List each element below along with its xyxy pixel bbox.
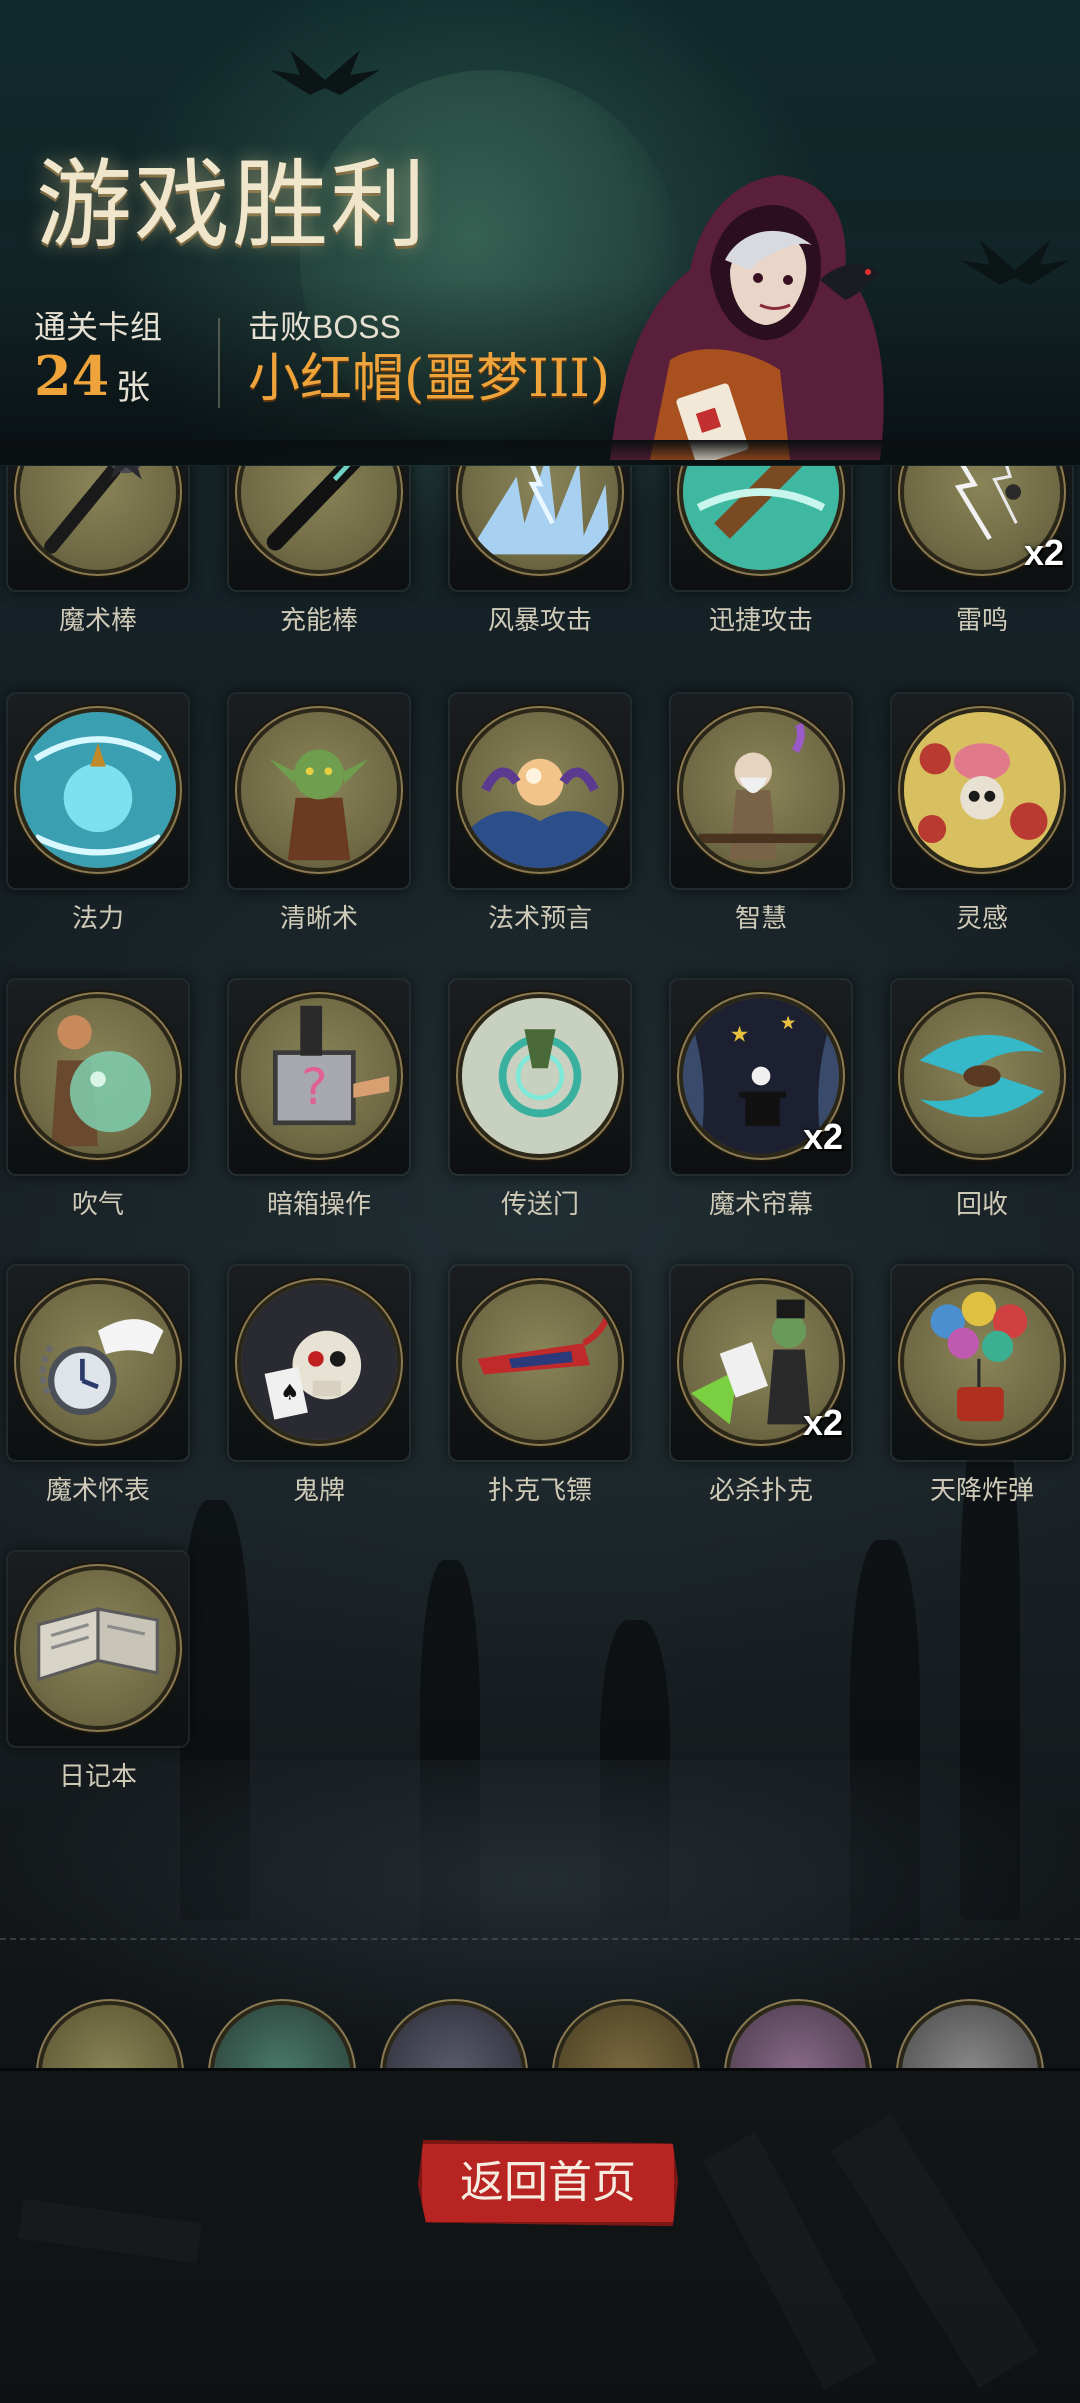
storm-attack-icon (462, 466, 618, 570)
bat-icon (270, 50, 380, 95)
card-item[interactable]: 风暴攻击 (450, 466, 630, 635)
card-item[interactable]: 雷鸣 x2 (892, 466, 1072, 635)
card-count-badge: x2 (802, 1116, 843, 1157)
card-label: 法术预言 (487, 903, 592, 933)
card-item[interactable]: ★ ★ 魔术帘幕 x2 (671, 980, 851, 1219)
balloon-bomb-icon (904, 1284, 1060, 1440)
pocket-watch-icon (20, 1284, 176, 1440)
card-item[interactable]: ? 暗箱操作 (229, 980, 409, 1219)
bottom-panel (0, 2068, 1080, 2403)
card-item[interactable]: 必杀扑克 x2 (671, 1266, 851, 1505)
card-label: 迅捷攻击 (708, 605, 813, 635)
diary-book-icon (20, 1570, 176, 1726)
card-grid: 魔术棒 充能棒 风暴攻击 迅捷攻击 雷鸣 x2 法力 清晰术 法术预言 智慧 灵… (0, 466, 1080, 1816)
card-item[interactable]: 日记本 (8, 1552, 188, 1791)
divider-dashed (0, 1938, 1080, 1940)
deck-card-icon[interactable] (386, 2005, 522, 2075)
card-item[interactable]: 清晰术 (229, 694, 409, 933)
deck-card-icon[interactable] (902, 2005, 1038, 2075)
card-item[interactable]: 吹气 (8, 980, 188, 1219)
result-header: 游戏胜利 通关卡组 24 张 击败BOSS 小红帽(噩梦III) (0, 0, 1080, 466)
boss-name: 小红帽(噩梦III) (248, 349, 611, 409)
card-item[interactable]: 迅捷攻击 (671, 466, 851, 635)
card-count-badge: x2 (1023, 532, 1064, 573)
svg-text:★: ★ (730, 1023, 750, 1048)
card-item[interactable]: 魔术怀表 (8, 1266, 188, 1505)
card-label: 魔术帘幕 (708, 1189, 813, 1219)
card-label: 魔术怀表 (45, 1475, 150, 1505)
svg-text:?: ? (301, 1058, 328, 1116)
card-label: 回收 (955, 1189, 1008, 1219)
mana-icon (20, 712, 176, 868)
card-count-badge: x2 (802, 1402, 843, 1443)
card-item[interactable]: 回收 (892, 980, 1072, 1219)
card-item[interactable]: 传送门 (450, 980, 630, 1219)
card-label: 鬼牌 (292, 1475, 345, 1505)
card-label: 传送门 (500, 1189, 579, 1219)
svg-text:★: ★ (780, 1013, 797, 1034)
clear-deck-label: 通关卡组 (34, 309, 163, 345)
card-label: 暗箱操作 (266, 1189, 371, 1219)
swift-attack-icon (683, 466, 839, 570)
card-item[interactable]: 法力 (8, 694, 188, 933)
mystery-box-icon: ? (241, 998, 397, 1154)
joker-skull-icon: ♠ (241, 1284, 397, 1440)
card-label: 充能棒 (279, 605, 358, 635)
crystal-ball-icon (462, 712, 618, 868)
card-label: 智慧 (734, 903, 787, 933)
card-label: 风暴攻击 (487, 605, 592, 635)
card-label: 法力 (71, 903, 124, 933)
card-item[interactable]: 法术预言 (450, 694, 630, 933)
card-item[interactable]: 充能棒 (229, 466, 409, 635)
clarity-goblin-icon (241, 712, 397, 868)
brain-skull-icon (904, 712, 1060, 868)
deck-card-icon[interactable] (558, 2005, 694, 2075)
card-item[interactable]: 天降炸弹 (892, 1266, 1072, 1505)
card-label: 扑克飞镖 (487, 1475, 592, 1505)
recycle-swirl-icon (904, 998, 1060, 1154)
deck-card-icon[interactable] (214, 2005, 350, 2075)
deck-card-icon[interactable] (42, 2005, 178, 2075)
card-label: 灵感 (955, 903, 1008, 933)
card-label: 清晰术 (279, 903, 358, 933)
bubble-blower-icon (20, 998, 176, 1154)
card-label: 必杀扑克 (708, 1475, 813, 1505)
deck-card-icon[interactable] (730, 2005, 866, 2075)
bat-icon (960, 240, 1070, 285)
boss-portrait (610, 175, 884, 460)
card-item[interactable]: 魔术棒 (8, 466, 188, 635)
card-dart-icon (462, 1284, 618, 1440)
charge-wand-icon (241, 466, 397, 570)
card-label: 魔术棒 (58, 605, 137, 635)
svg-text:♠: ♠ (280, 1380, 300, 1405)
card-count: 24 (34, 344, 110, 408)
card-item[interactable]: 扑克飞镖 (450, 1266, 630, 1505)
card-item[interactable]: 灵感 (892, 694, 1072, 933)
portal-icon (462, 998, 618, 1154)
header-shadow (0, 440, 1080, 466)
card-unit: 张 (116, 369, 150, 407)
card-item[interactable]: ♠ 鬼牌 (229, 1266, 409, 1505)
card-label: 日记本 (58, 1761, 137, 1791)
card-label: 天降炸弹 (929, 1475, 1034, 1505)
return-home-button[interactable]: 返回首页 (418, 2140, 678, 2226)
magic-wand-icon (20, 466, 176, 570)
panel-decoration (18, 2198, 202, 2264)
card-item[interactable]: 智慧 (671, 694, 851, 933)
card-label: 吹气 (71, 1189, 124, 1219)
wise-sage-icon (683, 712, 839, 868)
stat-divider (218, 318, 220, 408)
page-title: 游戏胜利 (36, 149, 428, 261)
deck-strip (0, 1995, 1080, 2075)
card-label: 雷鸣 (955, 605, 1008, 635)
